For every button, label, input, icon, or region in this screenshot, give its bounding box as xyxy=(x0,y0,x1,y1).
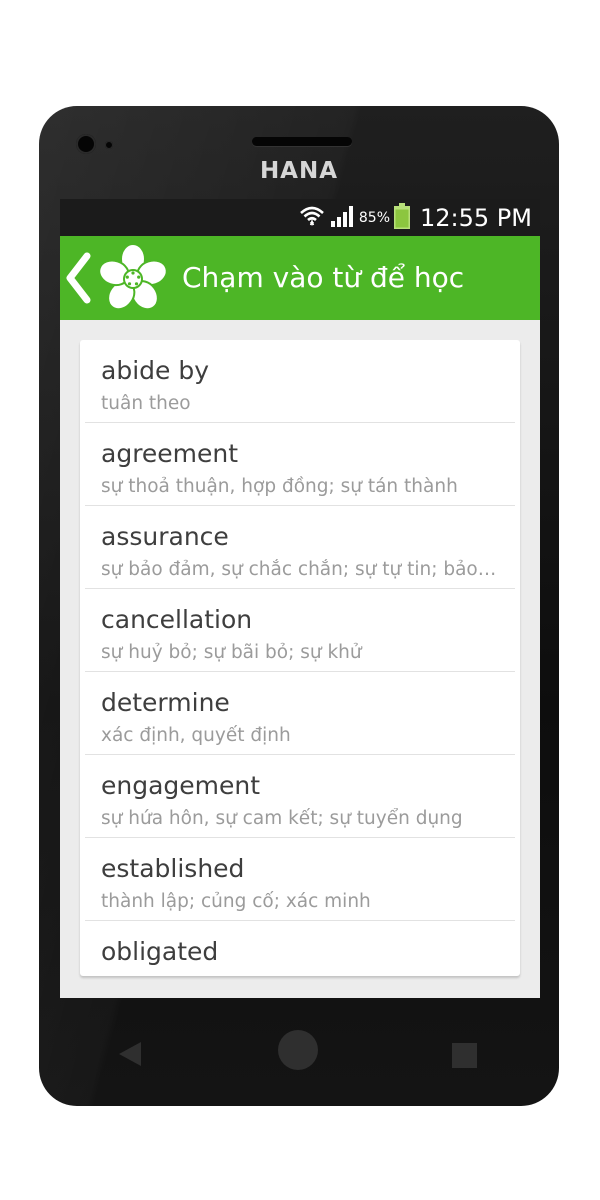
list-item[interactable]: determine xác định, quyết định xyxy=(85,672,515,755)
battery-percent: 85% xyxy=(358,209,391,226)
list-item[interactable]: agreement sự thoả thuận, hợp đồng; sự tá… xyxy=(85,423,515,506)
status-bar: 85% 12:55 PM xyxy=(60,199,540,236)
word-term: agreement xyxy=(101,439,239,468)
nav-recent-apps-button[interactable] xyxy=(452,1043,477,1068)
wifi-icon xyxy=(299,204,325,232)
list-item[interactable]: obligated xyxy=(85,921,515,976)
app-bar: Chạm vào từ để học xyxy=(60,236,540,320)
word-meaning: sự hứa hôn, sự cam kết; sự tuyển dụng xyxy=(101,808,463,829)
word-term: determine xyxy=(101,688,230,717)
nav-back-icon[interactable] xyxy=(117,1041,143,1067)
word-term: obligated xyxy=(101,937,219,966)
proximity-sensor xyxy=(105,141,113,149)
battery-icon xyxy=(394,202,411,233)
list-item[interactable]: abide by tuân theo xyxy=(85,340,515,423)
list-item[interactable]: established thành lập; củng cố; xác minh xyxy=(85,838,515,921)
list-item[interactable]: assurance sự bảo đảm, sự chắc chắn; sự t… xyxy=(85,506,515,589)
status-time: 12:55 PM xyxy=(420,203,532,232)
screen: 85% 12:55 PM Chạm vào từ để học abide by… xyxy=(60,199,540,998)
word-meaning: sự thoả thuận, hợp đồng; sự tán thành xyxy=(101,476,458,497)
word-meaning: tuân theo xyxy=(101,393,191,414)
nav-home-button[interactable] xyxy=(278,1030,318,1070)
word-meaning: sự bảo đảm, sự chắc chắn; sự tự tin; bảo… xyxy=(101,559,501,580)
word-term: cancellation xyxy=(101,605,253,634)
word-term: assurance xyxy=(101,522,229,551)
device-brand: HANA xyxy=(259,158,339,184)
chevron-left-icon xyxy=(66,252,91,304)
back-button[interactable] xyxy=(64,249,92,307)
status-icons: 85% 12:55 PM xyxy=(299,199,532,236)
list-item[interactable]: cancellation sự huỷ bỏ; sự bãi bỏ; sự kh… xyxy=(85,589,515,672)
word-list: abide by tuân theo agreement sự thoả thu… xyxy=(80,340,520,976)
word-meaning: thành lập; củng cố; xác minh xyxy=(101,891,371,912)
word-meaning: sự huỷ bỏ; sự bãi bỏ; sự khử xyxy=(101,642,362,663)
word-term: engagement xyxy=(101,771,261,800)
signal-icon xyxy=(329,204,355,232)
word-meaning: xác định, quyết định xyxy=(101,725,291,746)
flower-icon[interactable] xyxy=(96,241,170,315)
phone-frame: HANA 85% 12:55 PM Chạm vào từ để học abi… xyxy=(39,106,559,1106)
word-term: abide by xyxy=(101,356,209,385)
word-term: established xyxy=(101,854,245,883)
earpiece-speaker xyxy=(252,137,352,146)
list-item[interactable]: engagement sự hứa hôn, sự cam kết; sự tu… xyxy=(85,755,515,838)
front-camera xyxy=(76,134,96,154)
app-title: Chạm vào từ để học xyxy=(182,261,465,294)
